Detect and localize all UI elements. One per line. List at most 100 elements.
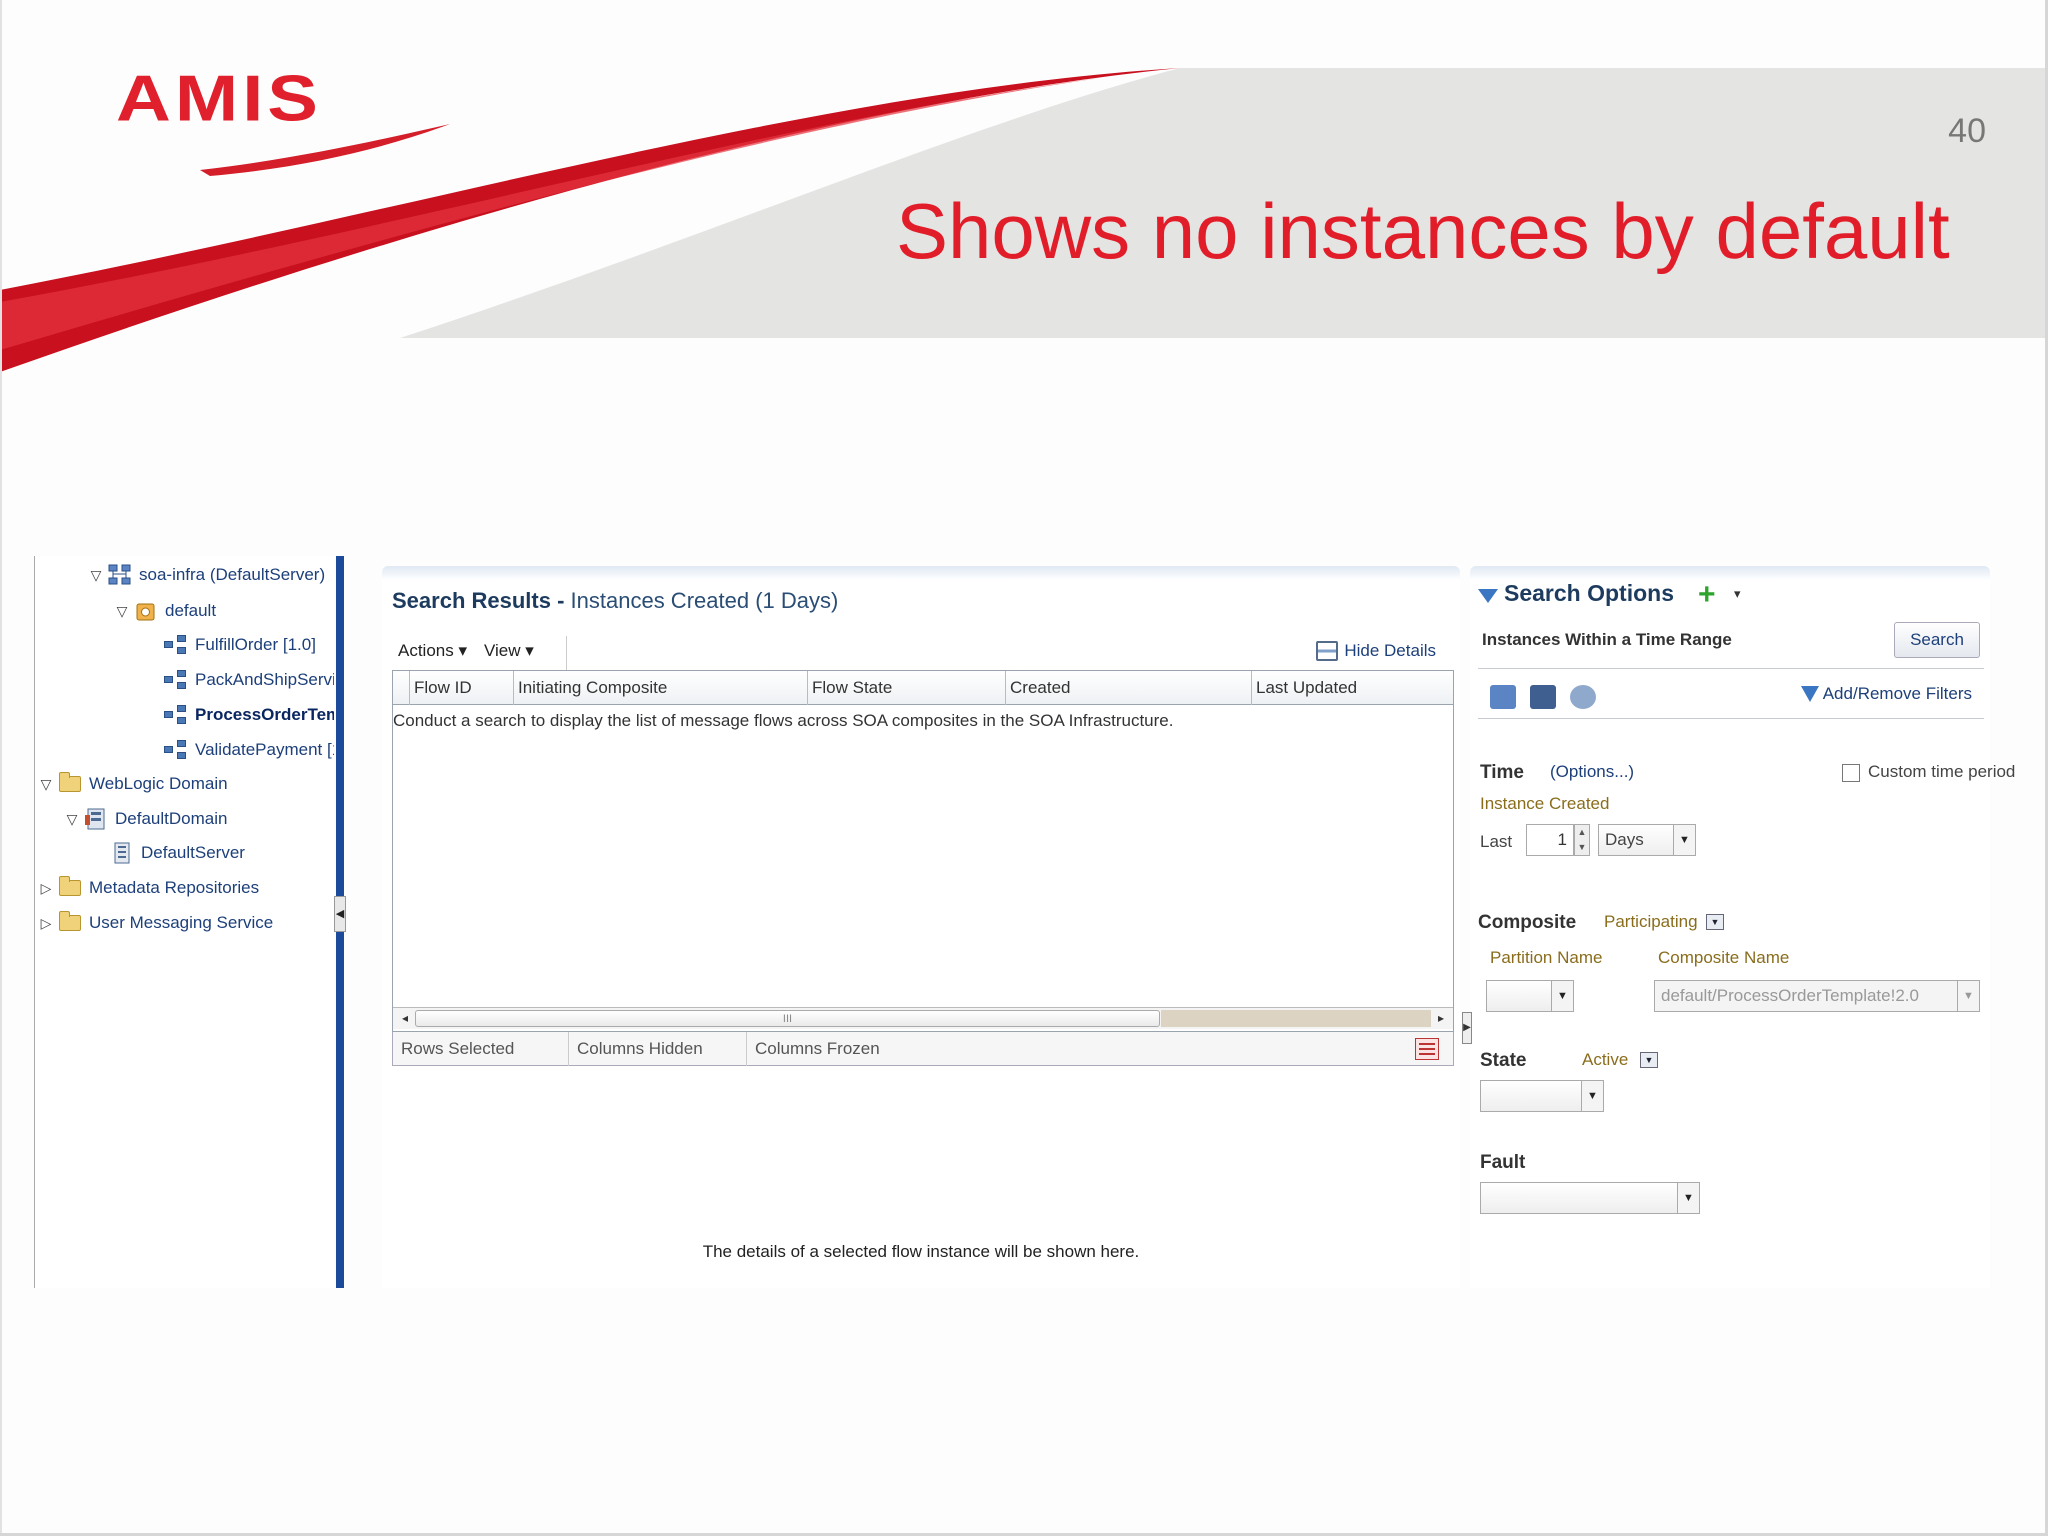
empty-table-message: Conduct a search to display the list of … bbox=[393, 711, 1174, 730]
tree-node-label: DefaultDomain bbox=[115, 809, 228, 828]
composite-name-select[interactable]: default/ProcessOrderTemplate!2.0 ▼ bbox=[1654, 980, 1980, 1012]
view-menu[interactable]: View ▾ bbox=[484, 636, 534, 666]
folder-icon bbox=[57, 911, 83, 935]
instance-created-label: Instance Created bbox=[1480, 794, 1610, 813]
scroll-left-icon[interactable]: ◂ bbox=[395, 1010, 415, 1027]
tree-node-soa-infra[interactable]: ▽ soa-infra (DefaultServer) bbox=[85, 560, 325, 590]
scroll-right-icon[interactable]: ▸ bbox=[1431, 1010, 1451, 1027]
tree-node-processordertemplate[interactable]: ProcessOrderTemplate bbox=[163, 700, 334, 730]
chevron-down-icon[interactable]: ▼ bbox=[1673, 825, 1695, 855]
tree-node-fulfillorder[interactable]: FulfillOrder [1.0] bbox=[163, 630, 316, 660]
actions-menu[interactable]: Actions ▾ bbox=[398, 636, 467, 666]
tree-node-validatepayment[interactable]: ValidatePayment [1.0] bbox=[163, 735, 334, 765]
expand-toggle-icon[interactable]: ▷ bbox=[35, 880, 57, 897]
divider bbox=[1478, 718, 1984, 719]
time-options-link[interactable]: (Options...) bbox=[1550, 762, 1634, 782]
hide-details-button[interactable]: Hide Details bbox=[1316, 636, 1436, 666]
last-label: Last bbox=[1480, 832, 1513, 851]
search-options-label: Search Options bbox=[1504, 580, 1674, 606]
columns-frozen-status: Columns Frozen bbox=[755, 1039, 880, 1058]
tree-node-defaultserver[interactable]: DefaultServer bbox=[109, 838, 245, 868]
chevron-down-icon[interactable]: ▼ bbox=[1551, 981, 1573, 1011]
tree-node-label: DefaultServer bbox=[141, 843, 245, 862]
details-placeholder-message: The details of a selected flow instance … bbox=[702, 1242, 1140, 1261]
table-header: Flow ID Initiating Composite Flow State … bbox=[393, 671, 1453, 705]
custom-time-period-label: Custom time period bbox=[1868, 762, 2016, 781]
column-header-flow-id[interactable]: Flow ID bbox=[409, 671, 513, 705]
tree-node-defaultdomain[interactable]: ▽ DefaultDomain bbox=[61, 804, 227, 834]
chevron-down-icon[interactable]: ▼ bbox=[1640, 1052, 1658, 1068]
tree-node-packandship[interactable]: PackAndShipService bbox=[163, 665, 334, 695]
flow-instances-table: Flow ID Initiating Composite Flow State … bbox=[392, 670, 1454, 1032]
partition-icon bbox=[133, 599, 159, 623]
search-results-title: Search Results - Instances Created (1 Da… bbox=[392, 588, 838, 614]
tree-node-label: User Messaging Service bbox=[89, 913, 274, 932]
collapse-toggle-icon[interactable]: ▽ bbox=[85, 567, 107, 584]
column-header-flow-state[interactable]: Flow State bbox=[807, 671, 1005, 705]
composite-icon bbox=[163, 738, 189, 762]
save-icon[interactable] bbox=[1530, 685, 1556, 709]
add-remove-filters-link[interactable]: Add/Remove Filters bbox=[1800, 684, 1972, 704]
scrollbar-thumb[interactable]: III bbox=[415, 1010, 1160, 1027]
divider bbox=[1478, 668, 1984, 669]
collapse-toggle-icon[interactable]: ▽ bbox=[111, 603, 133, 620]
column-header-initiating-composite[interactable]: Initiating Composite bbox=[513, 671, 807, 705]
chevron-down-icon[interactable]: ▼ bbox=[1677, 1183, 1699, 1213]
state-select[interactable]: ▼ bbox=[1480, 1080, 1604, 1112]
tree-node-metadata-repositories[interactable]: ▷ Metadata Repositories bbox=[35, 873, 259, 903]
panel-header-bar bbox=[1470, 566, 1990, 580]
settings-icon[interactable] bbox=[1570, 685, 1596, 709]
chevron-down-icon[interactable]: ▾ bbox=[1734, 586, 1741, 602]
tree-node-weblogic-domain[interactable]: ▽ WebLogic Domain bbox=[35, 769, 228, 799]
results-toolbar: Actions ▾ View ▾ Hide Details bbox=[392, 636, 1452, 670]
chevron-down-icon[interactable]: ▼ bbox=[1957, 981, 1979, 1011]
composite-name-label: Composite Name bbox=[1658, 948, 1790, 967]
navigation-tree: ▽ soa-infra (DefaultServer) ▽ default Fu… bbox=[34, 556, 334, 1288]
time-unit-value: Days bbox=[1605, 830, 1644, 849]
collapse-toggle-icon[interactable]: ▽ bbox=[35, 776, 57, 793]
chevron-down-icon[interactable]: ▼ bbox=[1706, 914, 1724, 930]
time-label: Time bbox=[1480, 762, 1525, 783]
expand-toggle-icon[interactable]: ▷ bbox=[35, 915, 57, 932]
tree-node-label: PackAndShipService bbox=[195, 670, 334, 689]
saved-search-icon[interactable] bbox=[1490, 685, 1516, 709]
chevron-down-icon[interactable]: ▼ bbox=[1581, 1081, 1603, 1111]
columns-hidden-status: Columns Hidden bbox=[569, 1032, 747, 1066]
add-saved-search-icon[interactable]: + bbox=[1698, 580, 1716, 610]
state-mode-label: Active bbox=[1582, 1050, 1629, 1069]
filter-icon bbox=[1800, 686, 1819, 702]
collapse-pane-icon[interactable]: ◀ bbox=[334, 896, 346, 932]
tree-node-label: ValidatePayment [1.0] bbox=[195, 740, 334, 759]
search-options-title: Search Options bbox=[1478, 580, 1674, 607]
horizontal-scrollbar[interactable]: ◂ III ▸ bbox=[393, 1007, 1453, 1029]
tree-node-label: default bbox=[165, 601, 217, 620]
detach-table-icon[interactable] bbox=[1415, 1038, 1439, 1060]
composite-icon bbox=[163, 668, 189, 692]
partition-name-select[interactable]: ▼ bbox=[1486, 980, 1574, 1012]
search-tools bbox=[1490, 682, 1596, 712]
column-header-last-updated[interactable]: Last Updated bbox=[1251, 671, 1455, 705]
composite-mode-label: Participating bbox=[1604, 912, 1698, 931]
tree-node-label: soa-infra (DefaultServer) bbox=[139, 565, 326, 584]
tree-node-default[interactable]: ▽ default bbox=[111, 596, 216, 626]
tree-node-user-messaging-service[interactable]: ▷ User Messaging Service bbox=[35, 908, 273, 938]
collapse-options-icon[interactable]: ▶ bbox=[1462, 1012, 1472, 1044]
last-count-input[interactable]: 1 bbox=[1526, 824, 1574, 856]
custom-time-period-checkbox[interactable] bbox=[1842, 764, 1860, 782]
column-header-created[interactable]: Created bbox=[1005, 671, 1251, 705]
hide-details-icon bbox=[1316, 641, 1339, 661]
collapse-toggle-icon[interactable]: ▽ bbox=[61, 811, 83, 828]
page-number: 40 bbox=[1948, 112, 1986, 150]
partition-name-label: Partition Name bbox=[1490, 948, 1603, 967]
time-unit-select[interactable]: Days ▼ bbox=[1598, 824, 1696, 856]
search-button[interactable]: Search bbox=[1894, 622, 1980, 658]
server-icon bbox=[109, 841, 135, 865]
tree-node-label: WebLogic Domain bbox=[89, 774, 228, 793]
fault-select[interactable]: ▼ bbox=[1480, 1182, 1700, 1214]
scrollbar-track[interactable] bbox=[1161, 1010, 1431, 1027]
slide-border-left bbox=[0, 0, 2, 1536]
spinner-arrows-icon[interactable]: ▲ ▼ bbox=[1574, 824, 1590, 856]
tree-node-label: FulfillOrder [1.0] bbox=[195, 635, 316, 654]
tree-node-label: ProcessOrderTemplate bbox=[195, 705, 334, 724]
folder-icon bbox=[57, 876, 83, 900]
